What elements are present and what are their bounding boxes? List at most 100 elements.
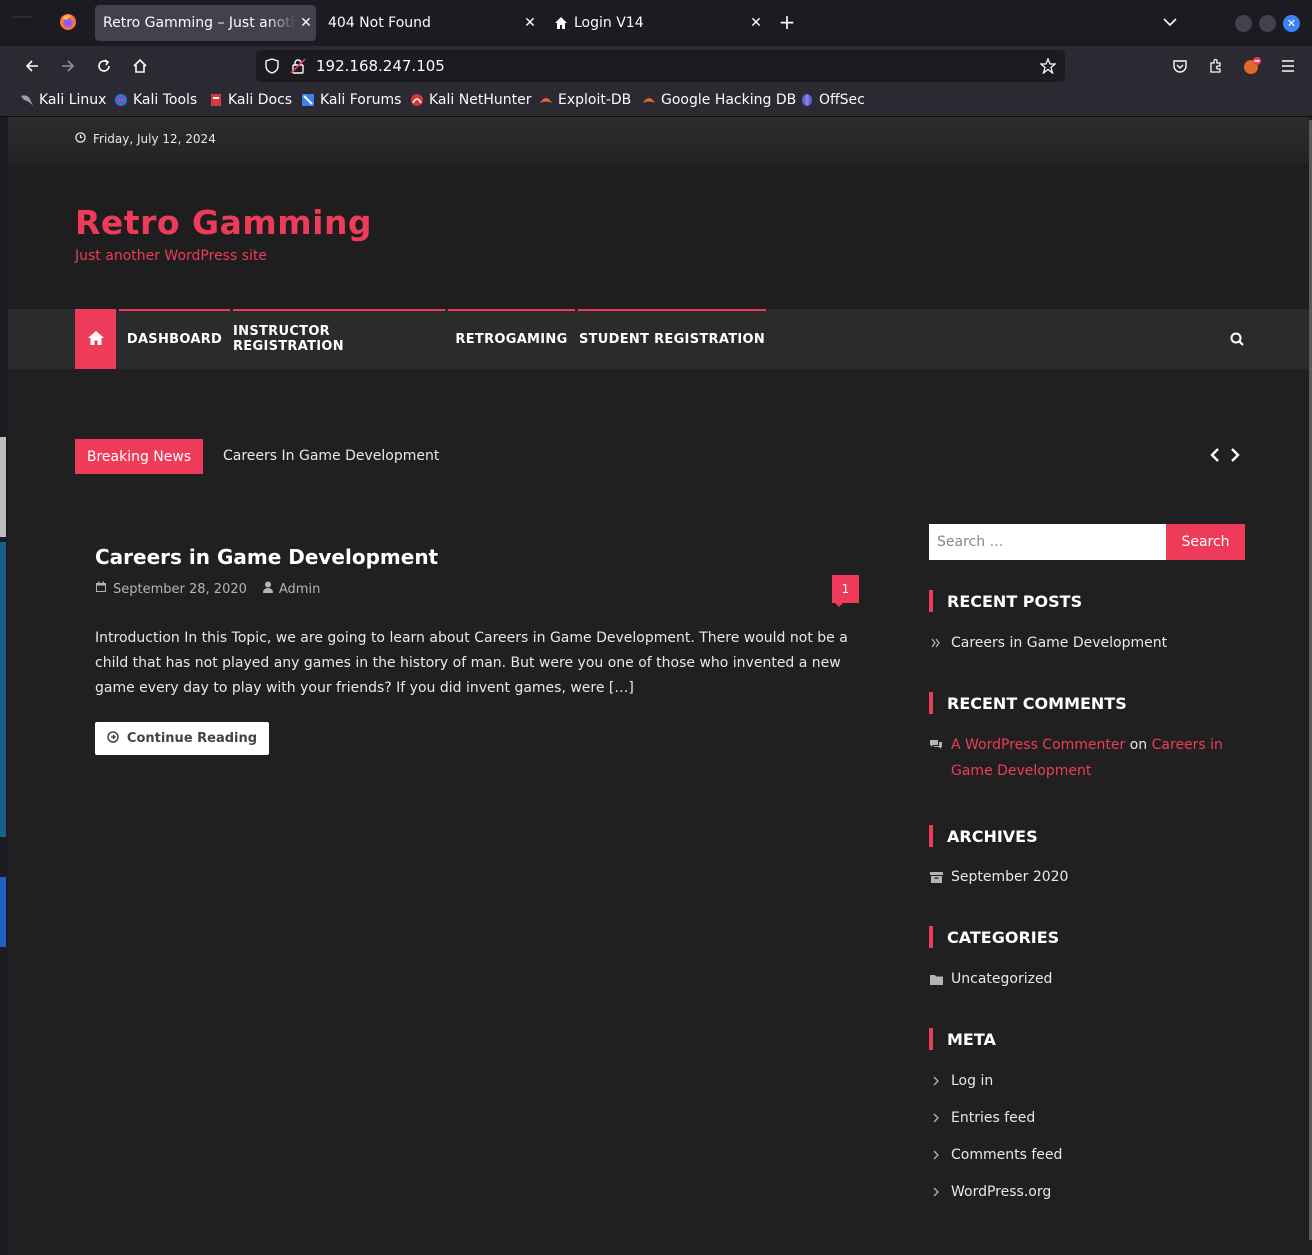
- bookmark-label: Kali Forums: [320, 92, 402, 108]
- meta-item-comments-feed[interactable]: Comments feed: [929, 1142, 1062, 1168]
- tab-404[interactable]: 404 Not Found ✕: [320, 5, 540, 41]
- meta-link[interactable]: Log in: [951, 1068, 993, 1094]
- chevron-right-icon: [929, 1179, 943, 1205]
- meta-item-entries-feed[interactable]: Entries feed: [929, 1105, 1035, 1131]
- bookmark-kali-linux[interactable]: Kali Linux: [20, 92, 106, 108]
- kali-tools-icon: [114, 93, 128, 107]
- bookmark-kali-forums[interactable]: Kali Forums: [301, 92, 401, 108]
- search-icon[interactable]: [1230, 331, 1246, 347]
- archive-box-icon: [929, 864, 943, 890]
- date-text: Friday, July 12, 2024: [93, 132, 216, 146]
- comment-post-link[interactable]: Careers in: [1152, 737, 1223, 753]
- post-date[interactable]: September 28, 2020: [113, 582, 247, 597]
- comment-author-link[interactable]: A WordPress Commenter: [951, 737, 1125, 753]
- menu-item-instructor-registration[interactable]: INSTRUCTOR REGISTRATION: [233, 309, 445, 369]
- breaking-news-headline[interactable]: Careers In Game Development: [223, 448, 439, 464]
- foxyproxy-icon[interactable]: [1238, 52, 1266, 80]
- bookmark-kali-tools[interactable]: Kali Tools: [114, 92, 197, 108]
- comment-post-link-cont[interactable]: Game Development: [951, 763, 1091, 779]
- forward-icon[interactable]: [54, 52, 82, 80]
- new-tab-icon[interactable]: +: [777, 12, 797, 32]
- search-input[interactable]: [929, 524, 1166, 560]
- chevron-right-icon: [929, 1068, 943, 1094]
- recent-comments-title: RECENT COMMENTS: [929, 692, 1127, 714]
- recent-post-link[interactable]: Careers in Game Development: [951, 630, 1167, 656]
- url-text: 192.168.247.105: [316, 57, 445, 75]
- home-icon[interactable]: [126, 52, 154, 80]
- extensions-icon[interactable]: [1202, 52, 1230, 80]
- category-item[interactable]: Uncategorized: [929, 966, 1052, 992]
- continue-reading-button[interactable]: Continue Reading: [95, 722, 269, 755]
- breaking-news-label: Breaking News: [75, 439, 203, 474]
- bookmark-google-hacking-db[interactable]: Google Hacking DB: [642, 92, 796, 108]
- desktop-edge: [0, 117, 8, 1255]
- bookmark-offsec[interactable]: OffSec: [800, 92, 865, 108]
- user-icon: [262, 581, 273, 597]
- meta-item-login[interactable]: Log in: [929, 1068, 993, 1094]
- home-icon: [87, 330, 104, 349]
- post-author[interactable]: Admin: [279, 582, 320, 597]
- tab-list-icon[interactable]: [10, 14, 34, 32]
- meta-link[interactable]: Entries feed: [951, 1105, 1035, 1131]
- meta-link[interactable]: WordPress.org: [951, 1179, 1051, 1205]
- close-tab-icon[interactable]: ✕: [296, 15, 316, 31]
- current-date: Friday, July 12, 2024: [75, 132, 216, 146]
- bookmark-exploit-db[interactable]: Exploit-DB: [539, 92, 631, 108]
- post-excerpt: Introduction In this Topic, we are going…: [95, 630, 848, 696]
- app-menu-icon[interactable]: [1274, 52, 1302, 80]
- comments-icon: [929, 732, 943, 758]
- double-chevron-icon: [929, 630, 943, 656]
- archive-item[interactable]: September 2020: [929, 864, 1068, 890]
- minimize-window-icon[interactable]: [1235, 15, 1252, 32]
- maximize-window-icon[interactable]: [1259, 15, 1276, 32]
- exploit-db-icon: [539, 93, 553, 107]
- chevron-right-icon: [929, 1142, 943, 1168]
- menu-item-dashboard[interactable]: DASHBOARD: [119, 309, 230, 369]
- bookmark-kali-docs[interactable]: Kali Docs: [209, 92, 292, 108]
- tab-bar: Retro Gamming – Just another WordPress s…: [0, 0, 1312, 46]
- recent-post-item[interactable]: Careers in Game Development: [929, 630, 1167, 656]
- comment-on-text: on: [1129, 737, 1148, 753]
- meta-item-wordpress-org[interactable]: WordPress.org: [929, 1179, 1051, 1205]
- bookmark-label: Kali Docs: [228, 92, 293, 108]
- close-tab-icon[interactable]: ✕: [746, 15, 766, 31]
- ghdb-icon: [642, 93, 656, 107]
- menu-home-button[interactable]: [75, 309, 116, 369]
- main-menu: DASHBOARD INSTRUCTOR REGISTRATION RETROG…: [8, 309, 1309, 369]
- tracking-shield-icon[interactable]: [264, 58, 280, 74]
- bookmark-label: Exploit-DB: [558, 92, 632, 108]
- search-button[interactable]: Search: [1166, 524, 1245, 560]
- pocket-icon[interactable]: [1166, 52, 1194, 80]
- tab-retro-gamming[interactable]: Retro Gamming – Just another WordPress s…: [95, 5, 316, 41]
- archive-link[interactable]: September 2020: [951, 864, 1068, 890]
- bookmark-star-icon[interactable]: [1039, 57, 1057, 75]
- firefox-icon[interactable]: [58, 12, 78, 32]
- back-icon[interactable]: [18, 52, 46, 80]
- post-meta: September 28, 2020 Admin: [95, 581, 320, 597]
- ticker-next-icon[interactable]: [1228, 447, 1242, 463]
- close-window-icon[interactable]: ✕: [1283, 15, 1300, 32]
- bookmark-label: Google Hacking DB: [661, 92, 797, 108]
- tab-login[interactable]: Login V14 ✕: [546, 5, 766, 41]
- webpage: Friday, July 12, 2024 Retro Gamming Just…: [8, 117, 1309, 1255]
- meta-title: META: [929, 1028, 996, 1050]
- meta-link[interactable]: Comments feed: [951, 1142, 1062, 1168]
- site-header: Retro Gamming Just another WordPress sit…: [8, 163, 1309, 309]
- kali-docs-icon: [209, 93, 223, 107]
- insecure-lock-icon[interactable]: [290, 58, 306, 74]
- category-link[interactable]: Uncategorized: [951, 966, 1052, 992]
- close-tab-icon[interactable]: ✕: [520, 15, 540, 31]
- bookmarks-toolbar: Kali Linux Kali Tools Kali Docs Kali For…: [0, 86, 1312, 117]
- bookmark-label: Kali Linux: [39, 92, 107, 108]
- site-title[interactable]: Retro Gamming: [75, 203, 372, 242]
- comment-count-badge[interactable]: 1: [832, 575, 859, 607]
- bookmark-kali-nethunter[interactable]: Kali NetHunter: [410, 92, 531, 108]
- menu-item-retrogaming[interactable]: RETROGAMING: [448, 309, 575, 369]
- reload-icon[interactable]: [90, 52, 118, 80]
- address-bar[interactable]: 192.168.247.105: [256, 50, 1065, 82]
- menu-item-student-registration[interactable]: STUDENT REGISTRATION: [578, 309, 766, 369]
- tab-overflow-chevron-icon[interactable]: [1160, 14, 1180, 30]
- ticker-prev-icon[interactable]: [1208, 447, 1222, 463]
- post-title[interactable]: Careers in Game Development: [95, 545, 438, 569]
- bookmark-label: Kali Tools: [133, 92, 198, 108]
